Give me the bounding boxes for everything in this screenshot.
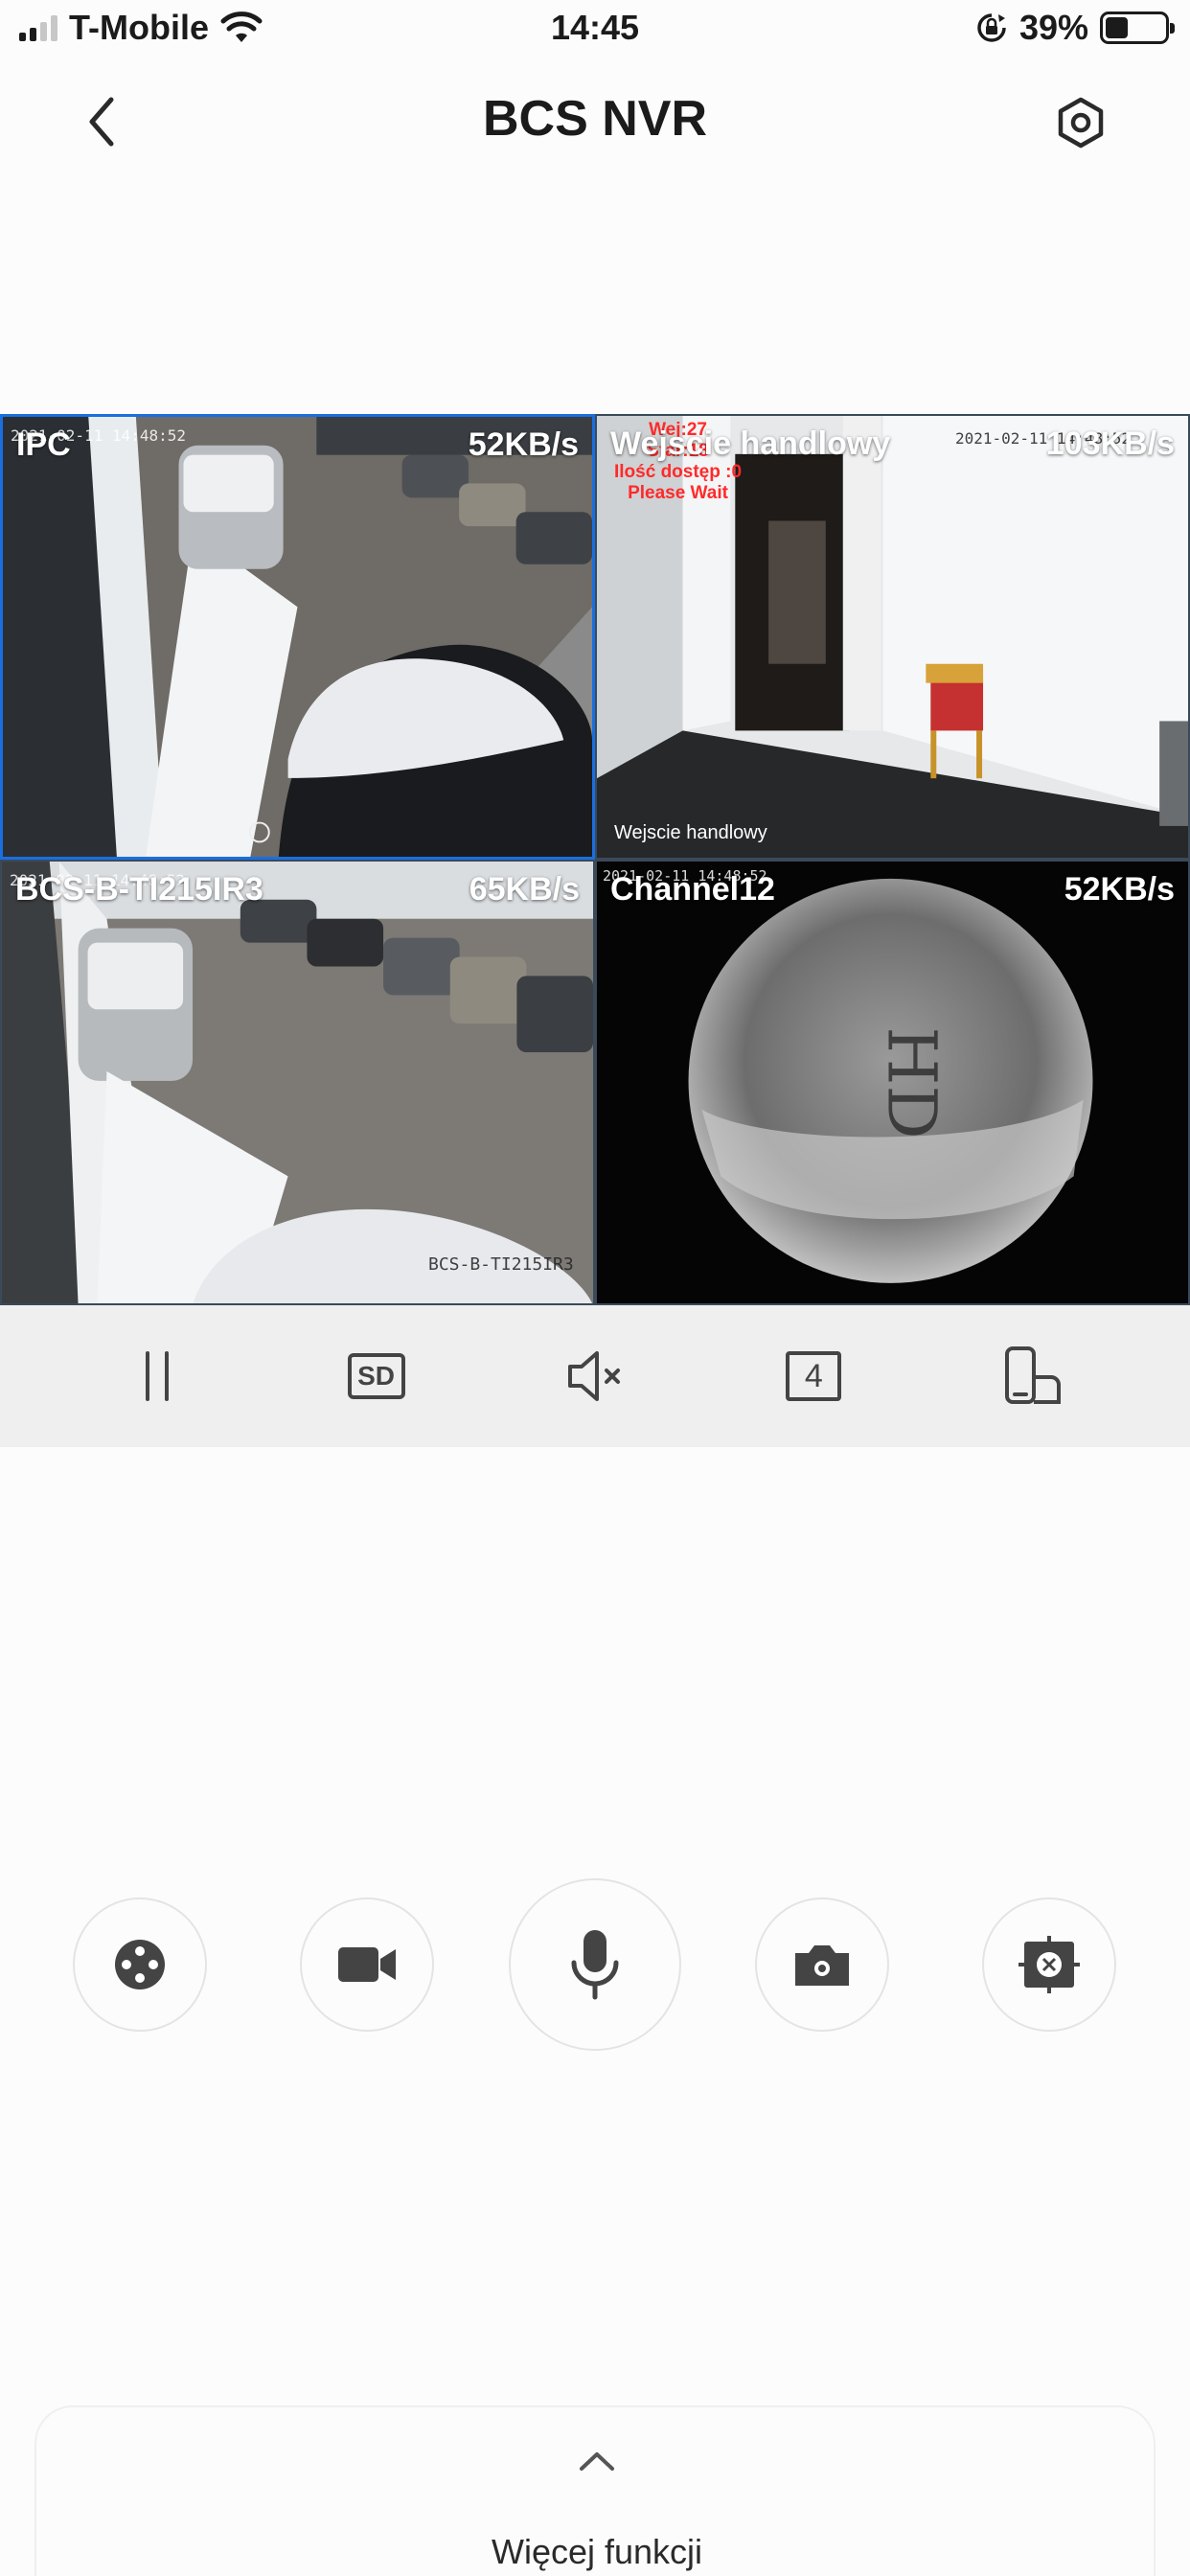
camera-bitrate: 52KB/s	[468, 426, 579, 463]
status-right: 39%	[975, 8, 1175, 48]
playback-toolbar: SD 4	[0, 1305, 1190, 1447]
camera-feed	[3, 417, 592, 857]
status-bar: T-Mobile 14:45 39%	[0, 0, 1190, 59]
action-buttons	[0, 1878, 1190, 2051]
nav-bar: BCS NVR	[0, 59, 1190, 184]
counter-wait: Please Wait	[628, 483, 728, 503]
camera-tile-ipc[interactable]: 2021-02-11 14:48:52 IPC 52KB/s	[0, 414, 595, 860]
video-camera-icon	[338, 1947, 396, 1982]
camera-tile-channel12[interactable]: 2021-02-11 14:48:52 HD Channel12 52KB/s	[595, 860, 1190, 1305]
lens-text: HD	[872, 1026, 951, 1139]
ptz-joystick-icon	[115, 1940, 165, 1990]
orientation-lock-icon	[977, 13, 1006, 42]
record-button[interactable]	[300, 1898, 434, 2032]
camera-tile-bcs-b-ti215ir3[interactable]: 2021-02-11 14:48:52 BCS-B-TI215IR3 BCS-B…	[0, 860, 595, 1305]
rotate-screen-icon	[1004, 1346, 1061, 1404]
camera-tile-wejscie-handlowy[interactable]: Wej:27 Star:18 Ilość dostęp :0 Please Wa…	[595, 414, 1190, 860]
close-all-button[interactable]	[982, 1898, 1116, 2032]
battery-icon	[1100, 12, 1175, 44]
camera-name: Wejscie handlowy	[610, 426, 891, 462]
camera-name: IPC	[16, 426, 71, 463]
camera-feed	[2, 862, 593, 1303]
camera-caption: Wejscie handlowy	[614, 822, 767, 843]
camera-bitrate: 65KB/s	[469, 871, 580, 908]
settings-icon[interactable]	[1052, 94, 1110, 151]
camera-name: Channel12	[610, 871, 775, 908]
split-screen-button[interactable]: 4	[770, 1333, 857, 1419]
camera-bitrate: 103KB/s	[1045, 426, 1175, 462]
camera-name: BCS-B-TI215IR3	[15, 871, 263, 908]
microphone-icon	[571, 1930, 619, 2000]
split-count-label: 4	[804, 1357, 823, 1394]
more-functions-label: Więcej funkcji	[491, 2532, 703, 2571]
camera-watermark: BCS-B-TI215IR3	[428, 1254, 574, 1275]
camera-bitrate: 52KB/s	[1064, 871, 1175, 908]
quality-toggle-button[interactable]: SD	[333, 1333, 420, 1419]
battery-percent: 39%	[1018, 8, 1088, 47]
close-target-icon	[1018, 1936, 1080, 1993]
speaker-muted-icon	[567, 1351, 620, 1401]
more-functions-panel[interactable]: Więcej funkcji	[34, 2405, 1156, 2576]
quality-label: SD	[357, 1361, 396, 1391]
mute-button[interactable]	[552, 1333, 638, 1419]
chevron-up-icon	[580, 2452, 614, 2471]
talk-button[interactable]	[509, 1878, 681, 2051]
pause-icon	[146, 1351, 170, 1401]
snapshot-button[interactable]	[755, 1898, 889, 2032]
camera-grid: 2021-02-11 14:48:52 IPC 52KB/s Wej:27 St…	[0, 414, 1190, 1305]
counter-access: Ilość dostęp :0	[614, 462, 743, 482]
quality-badge: SD	[347, 1353, 405, 1399]
camera-icon	[795, 1945, 849, 1986]
pause-button[interactable]	[114, 1333, 200, 1419]
page-title: BCS NVR	[482, 91, 708, 147]
fullscreen-rotate-button[interactable]	[990, 1333, 1076, 1419]
split-count-badge: 4	[786, 1351, 842, 1401]
ptz-control-button[interactable]	[73, 1898, 207, 2032]
